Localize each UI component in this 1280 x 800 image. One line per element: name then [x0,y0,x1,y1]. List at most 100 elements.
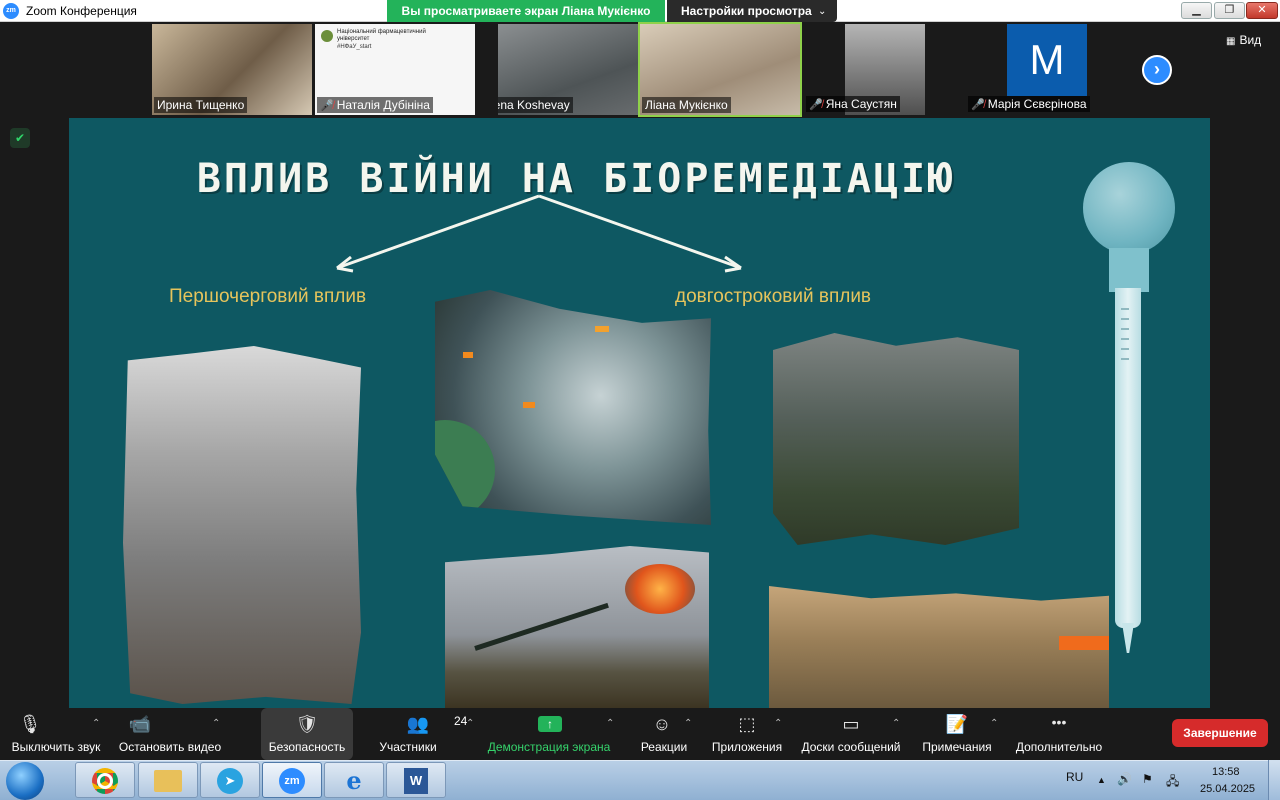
participant-tile[interactable]: Elena Koshevay [498,24,658,115]
primary-impact-label: Першочерговий вплив [169,286,367,307]
mic-off-icon: 🎤̸ [320,100,334,112]
encryption-shield-icon[interactable]: ✔ [10,128,30,148]
participant-tile[interactable]: Національний фармацевтичний університет … [315,24,475,115]
shared-screen-slide: ВПЛИВ ВІЙНИ НА БІОРЕМЕДІАЦІЮ Першочергов… [69,118,1210,708]
view-toggle-button[interactable]: ▦ Вид [1226,33,1261,47]
start-button[interactable] [6,762,44,800]
pipette-tick [1121,318,1129,320]
participant-name: Ирина Тищенко [154,97,248,113]
arrow-left [336,194,540,270]
grid-icon: ▦ [1226,36,1236,47]
window-title: Zoom Конференция [26,4,137,18]
end-meeting-button[interactable]: Завершение [1172,719,1268,747]
chrome-icon [92,768,118,795]
more-dots-icon: ••• [1051,714,1067,730]
next-page-button[interactable]: › [1142,55,1172,85]
minimize-button[interactable]: ▁ [1181,2,1212,19]
microphone-icon: 🎙 [18,714,42,734]
close-button[interactable]: ✕ [1246,2,1278,19]
view-options-button[interactable]: Настройки просмотра [667,0,837,22]
university-name: Національний фармацевтичний університет [337,29,426,42]
chevron-up-icon[interactable]: ⌃ [892,718,900,729]
university-tag: #НФаУ_start [337,44,372,50]
participant-name: Ліана Мукієнко [642,97,731,113]
share-screen-button[interactable]: ↑ ⌃ Демонстрация экрана [488,708,618,760]
clock-time[interactable]: 13:58 [1212,766,1240,778]
word-icon: W [404,768,428,795]
whiteboards-button[interactable]: ▭ ⌃ Доски сообщений [796,708,906,760]
chevron-up-icon[interactable]: ⌃ [606,718,614,729]
share-screen-icon: ↑ [538,716,562,732]
artillery-fire-photo [445,546,709,708]
zoom-logo-icon: zm [3,3,19,19]
participant-avatar[interactable]: M [1007,24,1087,96]
participant-name: 🎤̸ Наталія Дубініна [317,97,433,113]
whiteboard-icon: ▭ [842,714,860,734]
taskbar-word[interactable]: W [386,762,446,798]
taskbar-telegram[interactable]: ➤ [200,762,260,798]
taskbar-explorer[interactable] [138,762,198,798]
arrow-right [538,194,742,270]
tray-expand-icon[interactable]: ▲ [1097,775,1106,785]
pipette-neck [1109,248,1149,292]
ruined-city-smoke-photo [773,333,1019,545]
fire-line [1059,636,1109,650]
chevron-down-icon[interactable]: ⌄ [818,6,826,17]
gun-barrel [474,602,609,651]
mic-off-icon: 🎤̸ [971,99,985,111]
participant-name: 🎤̸ Яна Саустян [806,96,900,112]
pipette-tick [1121,348,1129,350]
language-indicator[interactable]: RU [1066,770,1083,784]
folder-icon [154,770,182,793]
shield-icon: 🛡 [295,714,319,734]
meeting-toolbar: 🎙 ⌃ Выключить звук 📹 ⌃ Остановить видео … [0,708,1280,760]
pipette-bulb [1083,162,1175,254]
pipette-tick [1121,328,1129,330]
participant-name: 🎤̸ Марія Сєвєрінова [968,96,1090,112]
taskbar-ie[interactable]: e [324,762,384,798]
stop-video-button[interactable]: 📹 ⌃ Остановить видео [114,708,226,760]
chevron-up-icon[interactable]: ⌃ [684,718,692,729]
clock-date[interactable]: 25.04.2025 [1200,783,1255,795]
pipette-tick [1121,338,1129,340]
restore-button[interactable]: ❐ [1214,2,1245,19]
chevron-up-icon[interactable]: ⌃ [990,718,998,729]
reactions-button[interactable]: ☺ ⌃ Реакции [632,708,696,760]
longterm-impact-label: довгостроковий вплив [675,286,872,307]
network-icon[interactable]: 🖧 [1166,772,1179,793]
taskbar-chrome[interactable] [75,762,135,798]
security-button[interactable]: 🛡 Безопасность [261,708,353,760]
volume-icon[interactable]: 🔊 [1117,772,1132,786]
participants-button[interactable]: 👥 24 ⌃ Участники [378,708,478,760]
burning-field-photo [769,586,1109,708]
burning-forest-photo [435,290,711,525]
muzzle-flash [625,564,695,614]
participant-tile-active-speaker[interactable]: Ліана Мукієнко [638,22,802,117]
fire-spot [523,402,535,408]
internet-explorer-icon: e [346,766,362,796]
fire-spot [463,352,473,358]
apps-button[interactable]: ⬚ ⌃ Приложения [706,708,788,760]
show-desktop-button[interactable] [1268,760,1280,800]
zoom-icon: zm [279,768,305,795]
notes-icon: 📝 [945,714,969,734]
notes-button[interactable]: 📝 ⌃ Примечания [916,708,998,760]
pipette-tick [1121,358,1129,360]
action-center-flag-icon[interactable]: ⚑ [1142,772,1153,786]
people-icon: 👥 [406,714,430,734]
chevron-up-icon[interactable]: ⌃ [466,718,474,729]
screen-share-banner: Вы просматриваете экран Ліана Мукієнко [387,0,665,22]
mic-off-icon: 🎤̸ [809,99,823,111]
participant-name: Elena Koshevay [498,97,573,113]
taskbar-zoom[interactable]: zm [262,762,322,798]
pipette-tick [1121,308,1129,310]
chevron-up-icon[interactable]: ⌃ [774,718,782,729]
participant-tile[interactable]: Ирина Тищенко [152,24,312,115]
destroyed-building-photo [123,346,361,704]
university-logo-icon [321,30,333,42]
telegram-icon: ➤ [217,768,243,795]
chevron-up-icon[interactable]: ⌃ [212,718,220,729]
more-button[interactable]: ••• Дополнительно [1010,708,1108,760]
video-camera-icon: 📹 [128,714,152,734]
fire-spot [595,326,609,332]
